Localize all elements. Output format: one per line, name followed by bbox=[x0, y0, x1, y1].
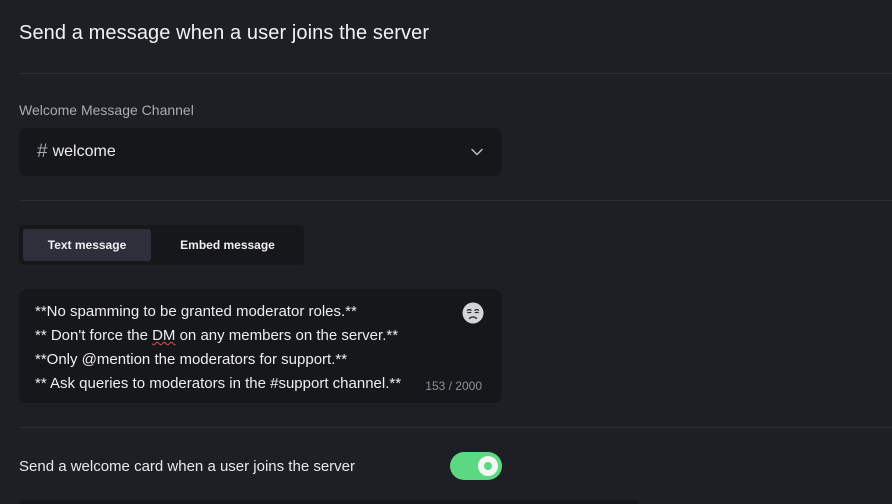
emoji-picker-icon[interactable] bbox=[462, 302, 484, 324]
message-textarea[interactable]: **No spamming to be granted moderator ro… bbox=[19, 289, 502, 403]
page-title: Send a message when a user joins the ser… bbox=[19, 22, 430, 44]
message-line: ** Don't force the DM on any members on … bbox=[35, 327, 399, 344]
chevron-down-icon[interactable] bbox=[470, 145, 484, 159]
welcome-card-toggle[interactable] bbox=[450, 452, 502, 480]
tab-embed-message[interactable]: Embed message bbox=[155, 229, 300, 261]
divider bbox=[19, 427, 892, 428]
message-line: ** Ask queries to moderators in the #sup… bbox=[35, 375, 402, 392]
toggle-knob bbox=[478, 456, 498, 476]
divider bbox=[19, 200, 892, 201]
character-counter: 153 / 2000 bbox=[425, 379, 482, 393]
message-line: **Only @mention the moderators for suppo… bbox=[35, 351, 348, 368]
divider bbox=[19, 73, 892, 74]
spellcheck-word: DM bbox=[152, 327, 176, 344]
tab-text-message[interactable]: Text message bbox=[23, 229, 151, 261]
channel-label: Welcome Message Channel bbox=[19, 102, 194, 118]
channel-select[interactable]: # welcome bbox=[19, 128, 502, 176]
welcome-card-label: Send a welcome card when a user joins th… bbox=[19, 458, 356, 475]
channel-value: welcome bbox=[52, 143, 116, 160]
message-type-tabs: Text message Embed message bbox=[19, 225, 304, 265]
hash-icon: # bbox=[37, 141, 48, 162]
message-line: **No spamming to be granted moderator ro… bbox=[35, 303, 357, 320]
next-section-preview bbox=[19, 500, 639, 504]
